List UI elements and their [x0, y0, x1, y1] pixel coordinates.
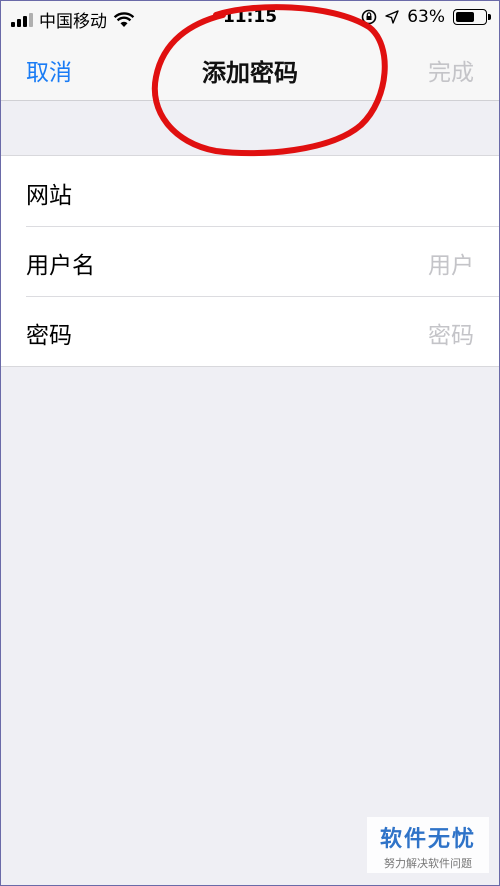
password-field[interactable]: 密码 密码 — [1, 296, 499, 366]
website-field[interactable]: 网站 — [1, 156, 499, 226]
username-placeholder: 用户 — [428, 253, 474, 279]
username-label: 用户名 — [26, 253, 95, 279]
location-arrow-icon — [385, 10, 399, 24]
battery-fill — [456, 12, 474, 22]
status-bar: 中国移动 11:15 63% — [1, 1, 499, 35]
website-label: 网站 — [26, 183, 72, 209]
status-right: 63% — [361, 7, 491, 27]
password-placeholder: 密码 — [428, 323, 474, 349]
battery-icon — [453, 9, 491, 25]
navigation-bar: 取消 添加密码 完成 — [1, 35, 499, 101]
watermark-logo: 软件无忧 努力解决软件问题 — [367, 817, 489, 873]
rotation-lock-icon — [361, 9, 377, 25]
password-label: 密码 — [26, 323, 72, 349]
watermark-subtitle: 努力解决软件问题 — [384, 857, 472, 870]
password-form: 网站 用户名 用户 密码 密码 — [1, 155, 499, 367]
battery-percent: 63% — [407, 7, 445, 27]
page-title: 添加密码 — [202, 59, 298, 87]
username-field[interactable]: 用户名 用户 — [1, 226, 499, 296]
done-button[interactable]: 完成 — [428, 53, 474, 87]
watermark-title: 软件无忧 — [379, 827, 476, 852]
